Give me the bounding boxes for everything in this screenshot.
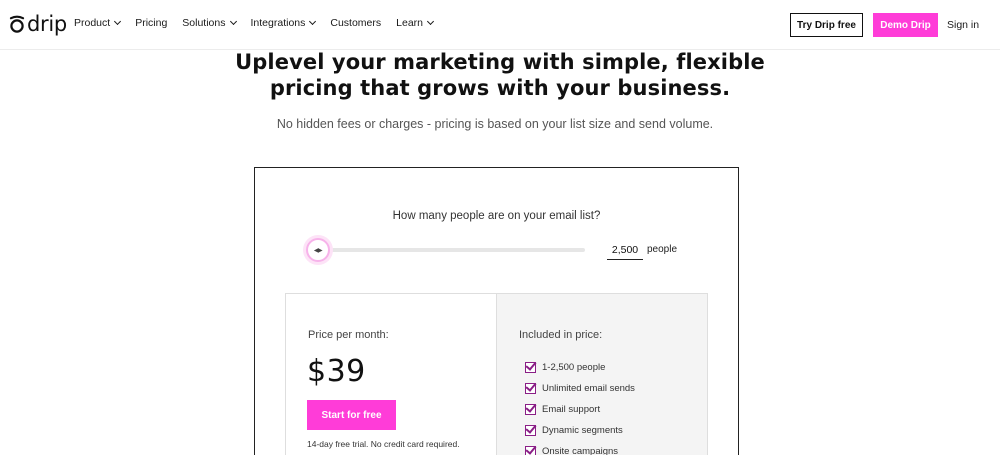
nav-item-label: Solutions <box>182 17 226 29</box>
monthly-price: $39 <box>307 354 366 389</box>
chevron-down-icon <box>114 17 122 26</box>
start-for-free-button[interactable]: Start for free <box>307 400 396 430</box>
page-subtitle: No hidden fees or charges - pricing is b… <box>276 117 714 131</box>
nav-links: Product Pricing Solutions Integrations C… <box>74 17 448 29</box>
feature-label: Unlimited email sends <box>542 383 635 394</box>
price-summary: Price per month: $39 Start for free 14-d… <box>286 294 497 455</box>
nav-item-customers[interactable]: Customers <box>330 17 381 29</box>
trial-note: 14-day free trial. No credit card requir… <box>307 439 460 449</box>
feature-item: Unlimited email sends <box>525 378 635 399</box>
logo-text: drip <box>27 12 67 36</box>
list-size-input[interactable] <box>607 241 643 260</box>
arrows-left-right-icon: ◀▶ <box>313 247 323 254</box>
price-panel: Price per month: $39 Start for free 14-d… <box>285 293 708 455</box>
feature-label: Dynamic segments <box>542 425 623 436</box>
feature-label: 1-2,500 people <box>542 362 606 373</box>
nav-item-label: Integrations <box>250 17 306 29</box>
page-title-line-2: pricing that grows with your business. <box>269 76 731 100</box>
top-navigation: drip Product Pricing Solutions Integrati… <box>0 0 1000 50</box>
nav-item-learn[interactable]: Learn <box>396 17 435 29</box>
checkbox-checked-icon <box>525 404 536 415</box>
drip-logo-icon <box>9 15 25 33</box>
checkbox-checked-icon <box>525 383 536 394</box>
checkbox-checked-icon <box>525 425 536 436</box>
feature-item: 1-2,500 people <box>525 357 635 378</box>
list-size-slider-track[interactable] <box>315 248 585 252</box>
list-size-unit: people <box>647 244 678 255</box>
nav-item-pricing[interactable]: Pricing <box>135 17 167 29</box>
chevron-down-icon <box>309 17 317 26</box>
drip-logo[interactable]: drip <box>8 11 67 37</box>
feature-list: 1-2,500 people Unlimited email sends Ema… <box>525 357 635 455</box>
price-per-month-label: Price per month: <box>308 329 389 341</box>
page-title: Uplevel your marketing with simple, flex… <box>0 49 1000 101</box>
checkbox-checked-icon <box>525 362 536 373</box>
included-in-price-label: Included in price: <box>519 329 603 341</box>
nav-item-label: Product <box>74 17 111 29</box>
nav-item-label: Pricing <box>135 17 168 29</box>
page-title-line-1: Uplevel your marketing with simple, flex… <box>235 50 765 74</box>
nav-item-solutions[interactable]: Solutions <box>182 17 237 29</box>
chevron-down-icon <box>426 17 435 26</box>
list-size-slider-handle[interactable]: ◀▶ <box>306 238 330 262</box>
nav-item-label: Learn <box>396 17 423 29</box>
nav-item-product[interactable]: Product <box>74 17 122 29</box>
pricing-calculator-card: How many people are on your email list? … <box>254 167 739 455</box>
feature-label: Onsite campaigns <box>542 446 619 455</box>
chevron-down-icon <box>229 17 237 26</box>
checkbox-checked-icon <box>525 446 536 455</box>
feature-item: Email support <box>525 399 635 420</box>
demo-drip-button[interactable]: Demo Drip <box>873 13 938 37</box>
included-features: Included in price: 1-2,500 people Unlimi… <box>497 294 707 455</box>
try-drip-free-button[interactable]: Try Drip free <box>790 13 863 37</box>
nav-item-label: Customers <box>330 17 382 29</box>
feature-label: Email support <box>542 404 601 415</box>
feature-item: Onsite campaigns <box>525 441 635 455</box>
sign-in-link[interactable]: Sign in <box>947 19 979 31</box>
list-size-question: How many people are on your email list? <box>392 210 601 222</box>
nav-item-integrations[interactable]: Integrations <box>250 17 317 29</box>
feature-item: Dynamic segments <box>525 420 635 441</box>
